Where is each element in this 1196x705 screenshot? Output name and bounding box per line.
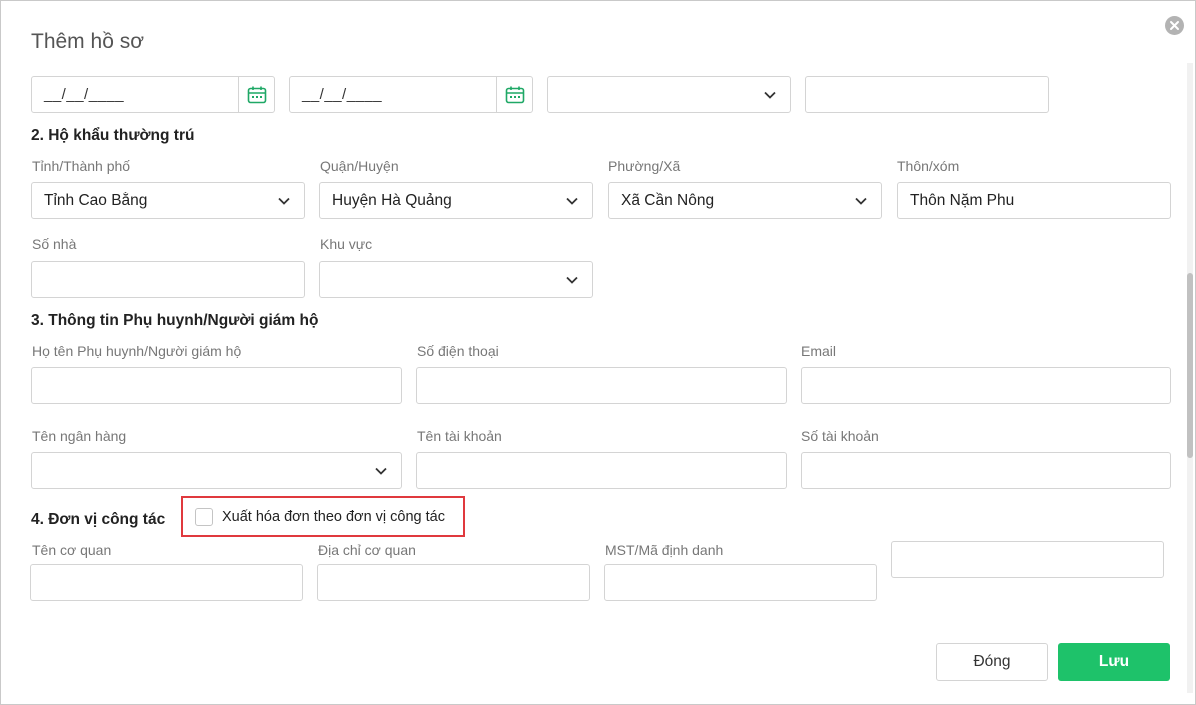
close-button[interactable]: Đóng [936, 643, 1048, 681]
email-input[interactable] [801, 367, 1171, 404]
date-input-1[interactable]: __/__/____ [31, 76, 275, 113]
ward-select[interactable]: Xã Cần Nông [608, 182, 882, 219]
house-no-input[interactable] [31, 261, 305, 298]
chevron-down-icon [564, 193, 580, 209]
chevron-down-icon [276, 193, 292, 209]
invoice-by-org-checkbox[interactable] [195, 507, 213, 526]
calendar-icon[interactable] [238, 77, 274, 112]
date-input-1-placeholder: __/__/____ [44, 86, 125, 103]
house-no-label: Số nhà [32, 236, 77, 252]
ward-label: Phường/Xã [608, 158, 681, 174]
hamlet-input[interactable]: Thôn Nặm Phu [897, 182, 1171, 219]
ward-select-value: Xã Cần Nông [621, 191, 715, 209]
account-name-input[interactable] [416, 452, 787, 489]
section-3-heading: 3. Thông tin Phụ huynh/Người giám hộ [31, 312, 319, 329]
close-icon[interactable] [1165, 16, 1184, 35]
chevron-down-icon [853, 193, 869, 209]
bank-name-select[interactable] [31, 452, 402, 489]
email-label: Email [801, 343, 837, 359]
guardian-name-input[interactable] [31, 367, 402, 404]
org-address-input[interactable] [317, 564, 590, 601]
province-select-value: Tỉnh Cao Bằng [44, 191, 148, 209]
add-profile-dialog: Thêm hồ sơ __/__/____ __/__/____ 2. Hộ k… [0, 0, 1196, 705]
save-button[interactable]: Lưu [1058, 643, 1170, 681]
phone-label: Số điện thoại [417, 343, 499, 359]
tax-id-input[interactable] [604, 564, 877, 601]
scrollbar-thumb[interactable] [1187, 273, 1193, 458]
date-input-2[interactable]: __/__/____ [289, 76, 533, 113]
guardian-name-label: Họ tên Phụ huynh/Người giám hộ [32, 343, 242, 359]
bank-name-label: Tên ngân hàng [32, 428, 127, 444]
chevron-down-icon [564, 272, 580, 288]
hamlet-label: Thôn/xóm [897, 158, 960, 174]
invoice-checkbox-highlight: Xuất hóa đơn theo đơn vị công tác [181, 496, 465, 537]
province-select[interactable]: Tỉnh Cao Bằng [31, 182, 305, 219]
section-4-heading: 4. Đơn vị công tác [31, 511, 166, 528]
account-no-input[interactable] [801, 452, 1171, 489]
calendar-icon[interactable] [496, 77, 532, 112]
area-select[interactable] [319, 261, 593, 298]
area-label: Khu vực [320, 236, 373, 252]
dialog-title: Thêm hồ sơ [31, 30, 144, 53]
chevron-down-icon [373, 463, 389, 479]
province-label: Tỉnh/Thành phố [32, 158, 131, 174]
org-address-label: Địa chỉ cơ quan [318, 542, 416, 558]
tax-id-label: MST/Mã định danh [605, 542, 724, 558]
date-input-2-placeholder: __/__/____ [302, 86, 383, 103]
org-name-input[interactable] [30, 564, 303, 601]
hamlet-input-value: Thôn Nặm Phu [910, 191, 1015, 209]
district-select-value: Huyện Hà Quảng [332, 191, 452, 209]
account-no-label: Số tài khoản [801, 428, 879, 444]
top-select[interactable] [547, 76, 791, 113]
section-2-heading: 2. Hộ khẩu thường trú [31, 127, 195, 144]
district-label: Quận/Huyện [320, 158, 399, 174]
invoice-by-org-label[interactable]: Xuất hóa đơn theo đơn vị công tác [222, 509, 445, 525]
extra-input[interactable] [891, 541, 1164, 578]
org-name-label: Tên cơ quan [32, 542, 112, 558]
chevron-down-icon [762, 87, 778, 103]
district-select[interactable]: Huyện Hà Quảng [319, 182, 593, 219]
top-text-input[interactable] [805, 76, 1049, 113]
account-name-label: Tên tài khoản [417, 428, 502, 444]
phone-input[interactable] [416, 367, 787, 404]
